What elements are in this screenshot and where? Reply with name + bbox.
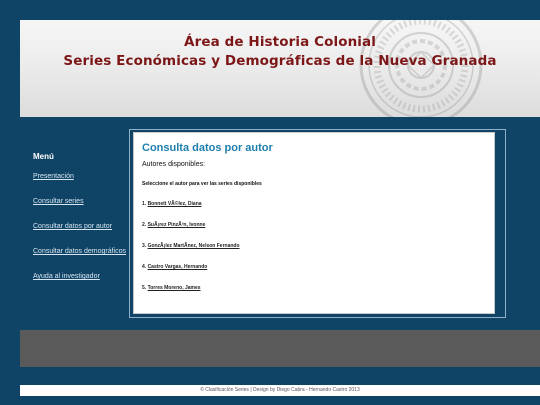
sidebar-item-consultar-series[interactable]: Consultar series [33, 196, 127, 208]
sidebar-menu: Menú Presentación Consultar series Consu… [33, 152, 127, 296]
site-subtitle: Series Económicas y Demográficas de la N… [63, 53, 497, 69]
content-panel: Consulta datos por autor Autores disponi… [133, 132, 495, 314]
page-title: Consulta datos por autor [142, 142, 273, 154]
sidebar-item-presentacion[interactable]: Presentación [33, 171, 127, 183]
footer-text: © Clasificación Series | Design by Diego… [200, 387, 360, 393]
footer: © Clasificación Series | Design by Diego… [20, 385, 540, 396]
authors-label: Autores disponibles: [142, 161, 206, 168]
list-item: 3. GonzÃ¡lez MartÃ­nez, Nelson Fernando [142, 243, 486, 264]
list-item: 1. Bonnett VÃ©lez, Diana [142, 201, 486, 222]
author-link[interactable]: Torres Moreno, James [148, 285, 201, 291]
author-number: 2. [142, 222, 147, 228]
author-number: 5. [142, 285, 147, 291]
author-number: 1. [142, 201, 147, 207]
sidebar-item-ayuda-al-investigador[interactable]: Ayuda al investigador [33, 271, 127, 283]
author-link[interactable]: Bonnett VÃ©lez, Diana [148, 201, 202, 207]
author-number: 4. [142, 264, 147, 270]
sidebar-item-consultar-datos-demograficos[interactable]: Consultar datos demográficos [33, 246, 127, 258]
sidebar-item-consultar-datos-por-autor[interactable]: Consultar datos por autor [33, 221, 127, 233]
menu-title: Menú [33, 152, 54, 161]
grey-band [20, 330, 540, 367]
header-banner: Área de Historia Colonial Series Económi… [20, 20, 540, 117]
instruction-text: Seleccione el autor para ver las series … [142, 181, 262, 187]
author-link[interactable]: GonzÃ¡lez MartÃ­nez, Nelson Fernando [148, 243, 240, 249]
list-item: 5. Torres Moreno, James [142, 285, 486, 306]
list-item: 4. Castro Vargas, Hernando [142, 264, 486, 285]
site-title: Área de Historia Colonial [184, 34, 376, 50]
list-item: 2. SuÃ¡rez PinzÃ³n, Ivonne [142, 222, 486, 243]
author-number: 3. [142, 243, 147, 249]
author-link[interactable]: SuÃ¡rez PinzÃ³n, Ivonne [148, 222, 206, 228]
author-link[interactable]: Castro Vargas, Hernando [148, 264, 208, 270]
